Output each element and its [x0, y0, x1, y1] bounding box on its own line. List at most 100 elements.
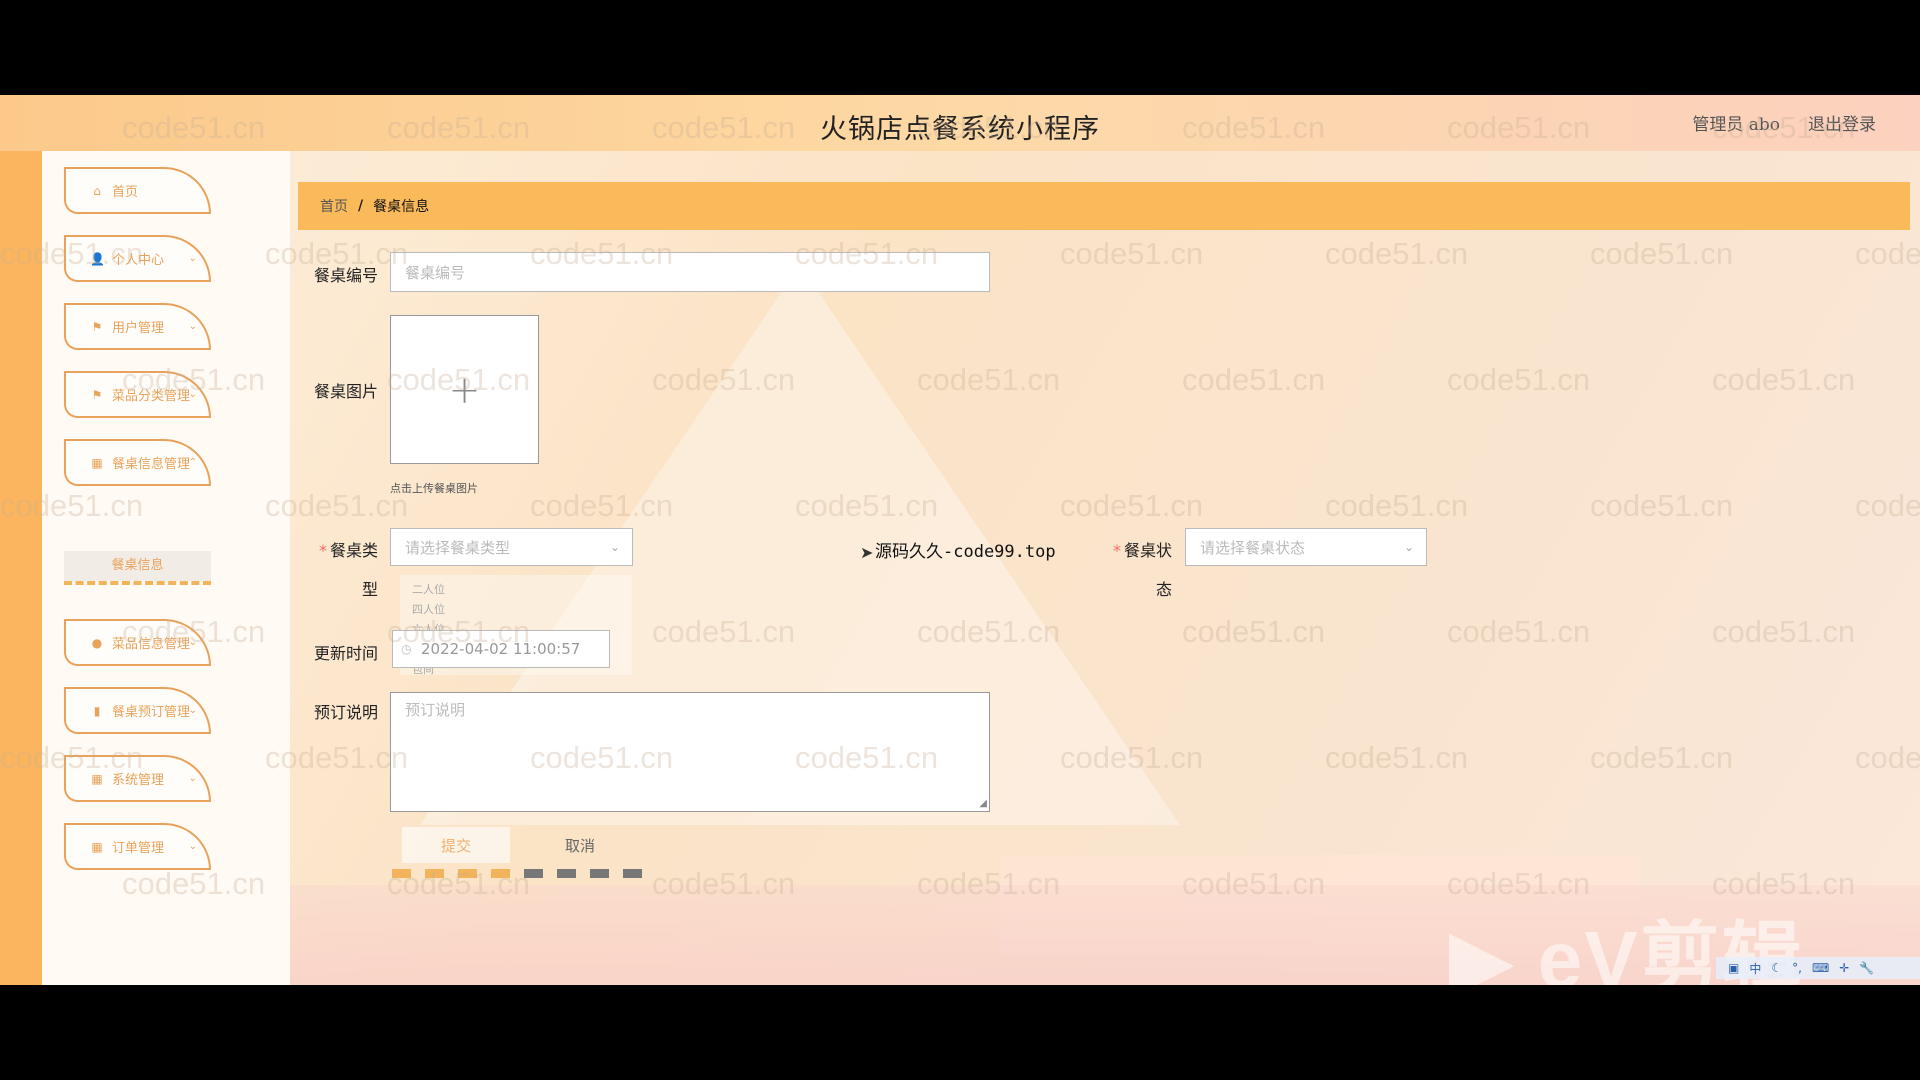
- table-status-label: * 餐桌状: [1100, 537, 1172, 561]
- loading-dash: [392, 869, 411, 878]
- grid-icon: ▦: [91, 455, 103, 470]
- sidebar-item-home[interactable]: ⌂ 首页: [64, 167, 211, 214]
- breadcrumb-home-link[interactable]: 首页: [320, 196, 348, 216]
- table-status-label-wrap: 态: [1155, 580, 1172, 599]
- sidebar-item-label: 菜品分类管理: [112, 389, 191, 404]
- upload-hint: 点击上传餐桌图片: [390, 482, 478, 495]
- user-icon: 👤: [90, 251, 105, 266]
- chevron-down-icon: ⌄: [1403, 540, 1414, 554]
- watermark-text: code51.cn: [1325, 740, 1469, 775]
- reserve-note-textarea[interactable]: 预订说明 ◢: [390, 692, 990, 812]
- cancel-button[interactable]: 取消: [530, 827, 630, 863]
- loading-dash: [623, 869, 642, 878]
- required-mark: *: [318, 541, 327, 560]
- sidebar-item-dish-info-management[interactable]: ● 菜品信息管理 ⌄: [64, 619, 211, 666]
- resize-grip-icon[interactable]: ◢: [979, 798, 987, 809]
- table-status-placeholder: 请选择餐桌状态: [1200, 538, 1306, 557]
- sidebar-item-label: 餐桌预订管理: [112, 705, 191, 720]
- table-type-label-text: 餐桌类: [329, 541, 378, 560]
- watermark-text: code51.cn: [1447, 614, 1591, 649]
- submit-button[interactable]: 提交: [402, 827, 510, 863]
- table-status-select[interactable]: 请选择餐桌状态 ⌄: [1185, 528, 1427, 566]
- grid-icon: ▦: [91, 839, 103, 854]
- sidebar-item-label: 首页: [112, 185, 139, 200]
- sidebar-item-personal-center[interactable]: 👤 个人中心 ⌄: [64, 235, 211, 282]
- ime-icon: 中: [1749, 961, 1762, 976]
- table-image-label: 餐桌图片: [313, 382, 378, 401]
- system-tray: ▣ 中 ☾ °, ⌨ ✛ 🔧: [1716, 957, 1920, 979]
- chevron-down-icon: ⌄: [188, 637, 197, 648]
- app-title: 火锅店点餐系统小程序: [820, 114, 1100, 145]
- chevron-down-icon: ⌄: [188, 705, 197, 716]
- watermark-text: code51.cn: [1182, 614, 1326, 649]
- chevron-down-icon: ⌄: [188, 773, 197, 784]
- wrench-icon: 🔧: [1859, 961, 1875, 975]
- required-mark: *: [1112, 541, 1121, 560]
- sidebar-subitem-table-info[interactable]: 餐桌信息: [64, 551, 211, 581]
- submenu-divider: [64, 581, 211, 585]
- pin-icon: ●: [91, 635, 103, 650]
- table-type-select[interactable]: 请选择餐桌类型 ⌄: [390, 528, 633, 566]
- image-upload-box[interactable]: +: [390, 315, 539, 464]
- left-accent-strip: [0, 151, 42, 985]
- dropdown-option[interactable]: 四人位: [412, 601, 445, 617]
- watermark-text: code51.cn: [1325, 488, 1469, 523]
- table-number-label: 餐桌编号: [313, 266, 378, 285]
- sidebar-item-table-reservation[interactable]: ▮ 餐桌预订管理 ⌄: [64, 687, 211, 734]
- loading-dash: [557, 869, 576, 878]
- mouse-cursor-icon: ➤: [860, 543, 874, 562]
- admin-label: 管理员 abo: [1692, 115, 1780, 135]
- sidebar-item-user-management[interactable]: ⚑ 用户管理 ⌄: [64, 303, 211, 350]
- tray-icon: ▣: [1728, 961, 1740, 975]
- keyboard-icon: ⌨: [1811, 961, 1830, 975]
- loading-dash: [590, 869, 609, 878]
- watermark-text: code51.cn: [1712, 614, 1856, 649]
- moon-icon: ☾: [1771, 961, 1783, 975]
- sidebar-item-label: 订单管理: [112, 841, 165, 856]
- chevron-down-icon: ⌄: [188, 321, 197, 332]
- logout-link[interactable]: 退出登录: [1808, 110, 1876, 135]
- watermark-text: code51.cn: [1855, 236, 1920, 271]
- tray-icon: °,: [1792, 961, 1802, 975]
- source-overlay-text: 源码久久-code99.top: [875, 542, 1056, 562]
- watermark-text: code51.cn: [1590, 236, 1734, 271]
- update-time-input[interactable]: ◷ 2022-04-02 11:00:57: [392, 630, 610, 668]
- breadcrumb-current: 餐桌信息: [373, 199, 430, 215]
- reserve-note-label: 预订说明: [313, 703, 378, 722]
- watermark-text: code51.cn: [1182, 362, 1326, 397]
- sidebar-item-table-info-management[interactable]: ▦ 餐桌信息管理 ⌃: [64, 439, 211, 486]
- top-header: 火锅店点餐系统小程序 管理员 abo 退出登录: [0, 95, 1920, 151]
- breadcrumb: 首页 / 餐桌信息: [298, 182, 1910, 230]
- chevron-down-icon: ⌄: [609, 540, 620, 554]
- app-screen: 火锅店点餐系统小程序 管理员 abo 退出登录 ⌂ 首页 👤 个人中心 ⌄ ⚑ …: [0, 95, 1920, 985]
- sidebar-item-label: 菜品信息管理: [112, 637, 191, 652]
- reserve-note-placeholder: 预订说明: [405, 701, 466, 719]
- table-number-input[interactable]: 餐桌编号: [390, 252, 990, 292]
- update-time-value: 2022-04-02 11:00:57: [421, 640, 581, 658]
- sidebar-item-label: 用户管理: [112, 321, 165, 336]
- watermark-text: code51.cn: [1590, 488, 1734, 523]
- plus-icon: +: [448, 367, 481, 412]
- table-status-label-text: 餐桌状: [1123, 541, 1172, 560]
- breadcrumb-separator: /: [358, 198, 364, 214]
- loading-dash: [458, 869, 477, 878]
- watermark-text: code51.cn: [1855, 740, 1920, 775]
- sidebar-item-order-management[interactable]: ▦ 订单管理 ⌄: [64, 823, 211, 870]
- watermark-text: code51.cn: [1447, 362, 1591, 397]
- table-type-label-wrap: 型: [361, 580, 378, 599]
- chevron-down-icon: ⌄: [188, 389, 197, 400]
- sidebar-item-dish-category[interactable]: ⚑ 菜品分类管理 ⌄: [64, 371, 211, 418]
- loading-dash: [425, 869, 444, 878]
- update-time-label: 更新时间: [313, 644, 378, 663]
- sidebar-item-system-management[interactable]: ▦ 系统管理 ⌄: [64, 755, 211, 802]
- grid-icon: ▦: [91, 771, 103, 786]
- loading-dash: [524, 869, 543, 878]
- chevron-down-icon: ⌄: [188, 841, 197, 852]
- flag-icon: ⚑: [91, 319, 103, 334]
- dropdown-option[interactable]: 二人位: [412, 581, 445, 597]
- watermark-text: code51.cn: [1712, 362, 1856, 397]
- bar-chart-icon: ▮: [93, 703, 101, 718]
- watermark-text: code51.cn: [1325, 236, 1469, 271]
- loading-dash: [491, 869, 510, 878]
- sidebar-item-label: 餐桌信息管理: [112, 457, 191, 472]
